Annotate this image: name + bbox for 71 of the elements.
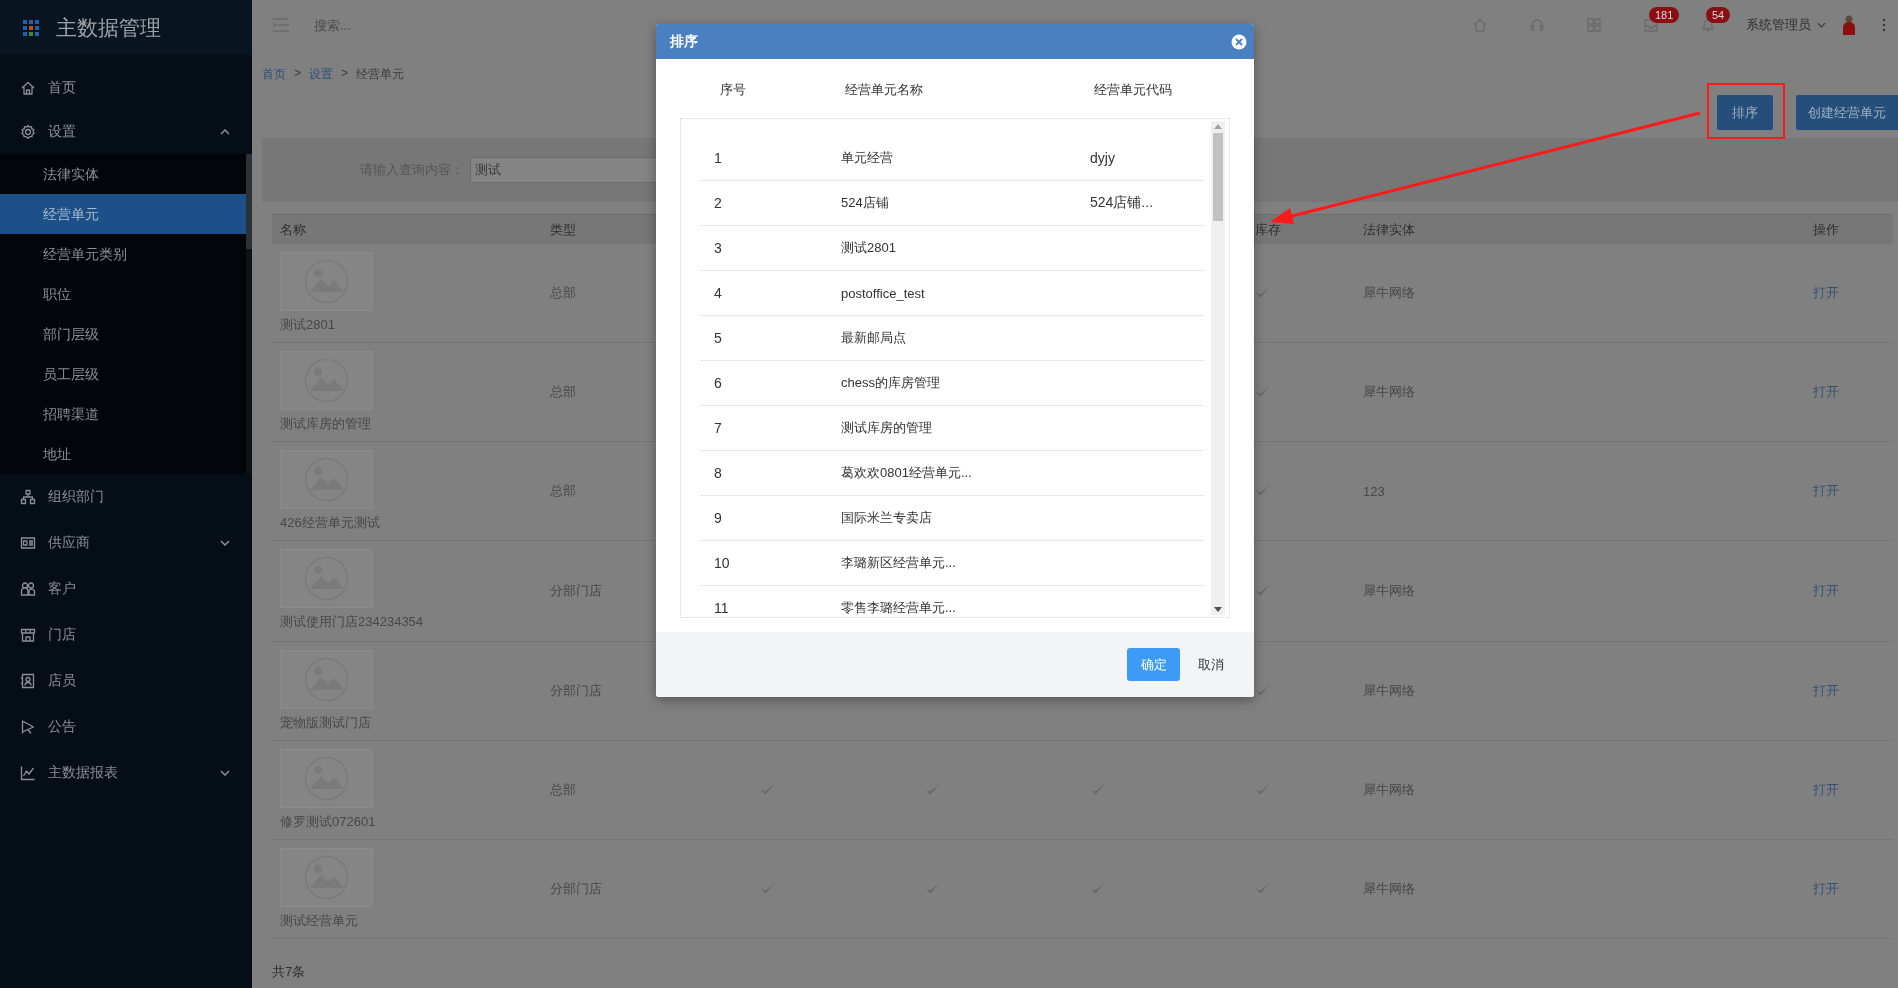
submenu-item[interactable]: 经营单元类别 <box>0 234 246 274</box>
sort-row[interactable]: 1 单元经营 dyjy <box>701 136 1203 181</box>
submenu-item[interactable]: 部门层级 <box>0 314 246 354</box>
nav-item[interactable]: 设置 <box>0 110 252 154</box>
bell-icon[interactable] <box>1699 17 1716 33</box>
scroll-down-icon[interactable] <box>1214 607 1222 612</box>
close-icon[interactable] <box>1231 33 1247 50</box>
nav-item[interactable]: 供应商 <box>0 520 252 566</box>
contact-icon <box>20 673 36 689</box>
column-header: 经营单元代码 <box>1094 81 1172 99</box>
chevron-up-icon <box>220 129 230 135</box>
column-header: 名称 <box>279 220 307 239</box>
user-name[interactable]: 系统管理员 <box>1746 16 1811 34</box>
create-button[interactable]: 创建经营单元 <box>1796 95 1898 130</box>
nav-item[interactable]: 公告 <box>0 704 252 750</box>
submenu-item[interactable]: 经营单元 <box>0 194 246 234</box>
scrollbar-thumb[interactable] <box>1213 133 1223 221</box>
sort-row[interactable]: 4 postoffice_test <box>701 271 1203 316</box>
chevron-down-icon <box>220 540 230 546</box>
count-badge: 181 <box>1649 7 1680 23</box>
nav-item[interactable]: 门店 <box>0 612 252 658</box>
column-header: 类型 <box>549 220 577 239</box>
nav-item[interactable]: 组织部门 <box>0 474 252 520</box>
app-title: 主数据管理 <box>56 14 161 41</box>
id-card-icon <box>20 535 36 551</box>
breadcrumb-separator: > <box>341 66 349 80</box>
sort-row[interactable]: 2 524店铺 524店铺... <box>701 181 1203 226</box>
total-count: 共7条 <box>272 963 307 981</box>
more-icon[interactable] <box>1882 18 1886 32</box>
submenu-item[interactable]: 地址 <box>0 434 246 474</box>
inbox-icon[interactable] <box>1642 17 1659 33</box>
sort-row[interactable]: 9 国际米兰专卖店 <box>701 496 1203 541</box>
breadcrumb-separator: > <box>294 66 301 80</box>
column-header: 法律实体 <box>1362 220 1416 239</box>
dialog-title: 排序 <box>670 32 699 51</box>
chart-icon <box>20 765 36 781</box>
chevron-down-icon <box>220 770 230 776</box>
sort-row[interactable]: 3 测试2801 <box>701 226 1203 271</box>
submenu-item[interactable]: 招聘渠道 <box>0 394 246 434</box>
sort-row[interactable]: 8 葛欢欢0801经营单元... <box>701 451 1203 496</box>
users-icon <box>20 581 36 597</box>
home-icon <box>20 80 36 96</box>
scroll-up-icon[interactable] <box>1214 124 1222 129</box>
gear-icon <box>20 124 36 140</box>
scrollbar[interactable] <box>1211 121 1225 615</box>
scrollbar[interactable] <box>246 154 252 474</box>
submenu-item[interactable]: 职位 <box>0 274 246 314</box>
sort-row[interactable]: 6 chess的库房管理 <box>701 361 1203 406</box>
sort-row[interactable]: 11 零售李璐经营单元... <box>701 586 1203 617</box>
submenu-item[interactable]: 员工层级 <box>0 354 246 394</box>
table-cell-text: 123 <box>1362 483 1386 499</box>
sort-button[interactable]: 排序 <box>1717 95 1773 130</box>
column-header: 序号 <box>720 81 746 99</box>
nav-item[interactable]: 店员 <box>0 658 252 704</box>
column-header: 库存 <box>1254 220 1282 239</box>
logo-icon <box>22 18 40 37</box>
nav-item[interactable]: 客户 <box>0 566 252 612</box>
column-header: 经营单元名称 <box>845 81 923 99</box>
column-header: 操作 <box>1812 220 1840 239</box>
count-badge: 54 <box>1706 7 1731 23</box>
nav-item[interactable]: 主数据报表 <box>0 750 252 796</box>
sort-row[interactable]: 7 测试库房的管理 <box>701 406 1203 451</box>
sort-row[interactable]: 5 最新邮局点 <box>701 316 1203 361</box>
avatar-icon[interactable] <box>1842 14 1856 36</box>
cancel-button[interactable]: 取消 <box>1190 648 1232 681</box>
chevron-down-icon[interactable] <box>1817 22 1826 28</box>
hierarchy-icon <box>20 489 36 505</box>
sort-row[interactable]: 10 李璐新区经营单元... <box>701 541 1203 586</box>
store-icon <box>20 627 36 643</box>
submenu-item[interactable]: 法律实体 <box>0 154 246 194</box>
nav-item[interactable]: 首页 <box>0 66 252 110</box>
